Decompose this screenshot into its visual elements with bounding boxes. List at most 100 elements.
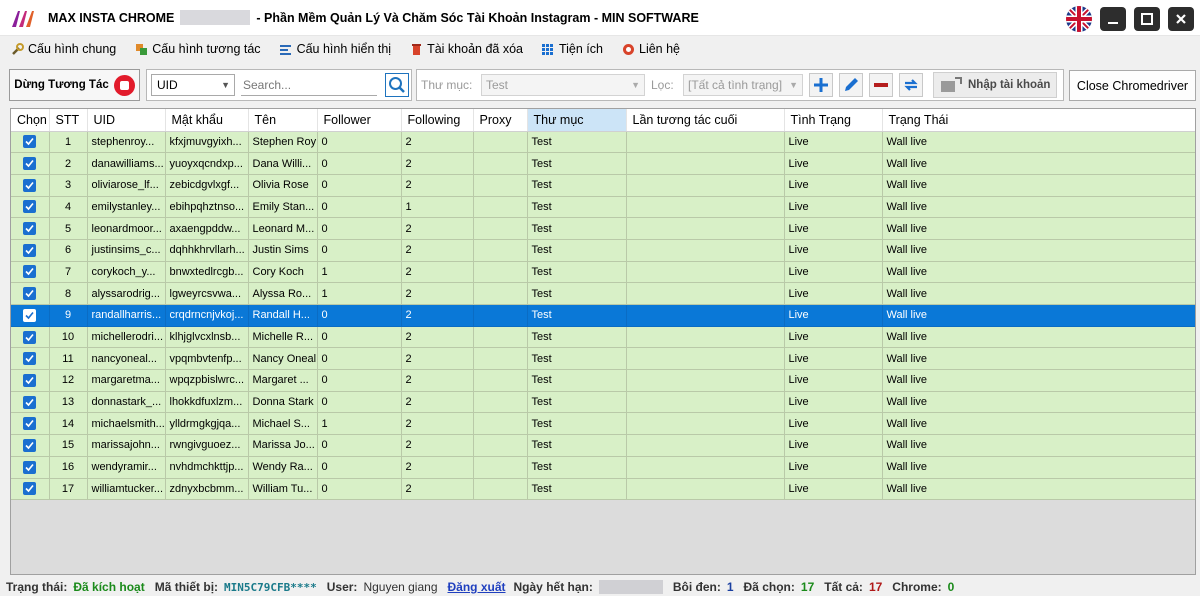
column-header[interactable]: UID bbox=[87, 109, 166, 132]
table-row[interactable]: 3 oliviarose_lf... zebicdgvlxgf... Olivia R… bbox=[11, 174, 1195, 197]
table-row[interactable]: 13 donnastark_... lhokkdfuxlzm... Donna Sta… bbox=[11, 391, 1195, 414]
menu-utilities[interactable]: Tiện ích bbox=[541, 42, 603, 56]
row-checkbox-cell[interactable] bbox=[11, 174, 50, 197]
table-row[interactable]: 16 wendyramir... nvhdmchkttjp... Wendy Ra..… bbox=[11, 456, 1195, 479]
logout-link[interactable]: Đăng xuất bbox=[448, 580, 506, 594]
column-header[interactable]: Proxy bbox=[473, 109, 528, 132]
table-row[interactable]: 17 williamtucker... zdnyxbcbmm... William T… bbox=[11, 478, 1195, 501]
table-row[interactable]: 9 randallharris... crqdrncnjvkoj... Randall… bbox=[11, 304, 1195, 327]
filter-select[interactable]: [Tất cả tình trạng] ▼ bbox=[683, 74, 803, 96]
table-row[interactable]: 8 alyssarodrig... lgweyrcsvwa... Alyssa Ro.… bbox=[11, 282, 1195, 305]
menu-display-config[interactable]: Cấu hình hiển thị bbox=[279, 42, 391, 56]
row-checkbox-cell[interactable] bbox=[11, 239, 50, 262]
table-row[interactable]: 5 leonardmoor... axaengpddw... Leonard M...… bbox=[11, 217, 1195, 240]
checkbox-checked-icon[interactable] bbox=[23, 243, 37, 257]
checkbox-checked-icon[interactable] bbox=[23, 482, 37, 496]
search-input[interactable]: Search... bbox=[241, 74, 377, 96]
column-header[interactable]: STT bbox=[49, 109, 88, 132]
checkbox-checked-icon[interactable] bbox=[23, 330, 37, 344]
table-row[interactable]: 7 corykoch_y... bnwxtedlrcgb... Cory Koch 1 2… bbox=[11, 261, 1195, 284]
maximize-button[interactable] bbox=[1134, 7, 1160, 31]
checkbox-checked-icon[interactable] bbox=[23, 178, 37, 192]
cell-follower: 0 bbox=[317, 152, 402, 175]
checkbox-checked-icon[interactable] bbox=[23, 157, 37, 171]
column-header[interactable]: Following bbox=[401, 109, 474, 132]
status-bar: Trạng thái: Đã kích hoạt Mã thiết bị: MI… bbox=[0, 578, 1200, 596]
table-row[interactable]: 11 nancyoneal... vpqmbvtenfp... Nancy Oneal… bbox=[11, 347, 1195, 371]
checkbox-checked-icon[interactable] bbox=[23, 135, 37, 149]
search-placeholder: Search... bbox=[243, 77, 292, 92]
cell-stt: 3 bbox=[49, 174, 88, 197]
table-row[interactable]: 10 michellerodri... klhjglvcxlnsb... Michel… bbox=[11, 326, 1195, 349]
edit-button[interactable] bbox=[839, 73, 863, 97]
table-row[interactable]: 2 danawilliams... yuoyxqcndxp... Dana Willi… bbox=[11, 152, 1195, 175]
minimize-button[interactable] bbox=[1100, 7, 1126, 31]
import-accounts-button[interactable]: Nhập tài khoản bbox=[933, 72, 1058, 98]
checkbox-checked-icon[interactable] bbox=[23, 200, 37, 214]
table-row[interactable]: 6 justinsims_c... dqhhkhrvllarh... Justin S… bbox=[11, 239, 1195, 262]
checkbox-checked-icon[interactable] bbox=[23, 265, 37, 279]
column-header[interactable]: Tên bbox=[248, 109, 318, 132]
cell-following: 2 bbox=[401, 478, 474, 501]
checkbox-checked-icon[interactable] bbox=[23, 373, 37, 387]
menu-label: Cấu hình chung bbox=[28, 42, 117, 56]
row-checkbox-cell[interactable] bbox=[11, 131, 50, 154]
column-header[interactable]: Mật khẩu bbox=[165, 109, 249, 132]
cell-following: 2 bbox=[401, 282, 474, 305]
row-checkbox-cell[interactable] bbox=[11, 434, 50, 457]
cell-pass: ebihpqhztnso... bbox=[165, 196, 249, 219]
row-checkbox-cell[interactable] bbox=[11, 326, 50, 349]
row-checkbox-cell[interactable] bbox=[11, 369, 50, 392]
checkbox-checked-icon[interactable] bbox=[23, 438, 37, 452]
cell-status: Live bbox=[784, 196, 883, 219]
cell-uid: leonardmoor... bbox=[87, 217, 166, 240]
column-header[interactable]: Follower bbox=[317, 109, 402, 132]
row-checkbox-cell[interactable] bbox=[11, 347, 50, 371]
refresh-button[interactable] bbox=[899, 73, 923, 97]
column-header[interactable]: Thư mục bbox=[527, 109, 627, 132]
cell-following: 2 bbox=[401, 304, 474, 327]
row-checkbox-cell[interactable] bbox=[11, 478, 50, 501]
chrome-label: Chrome: bbox=[892, 580, 942, 594]
column-header[interactable]: Lần tương tác cuối bbox=[626, 109, 785, 132]
table-row[interactable]: 15 marissajohn... rwngivguoez... Marissa Jo… bbox=[11, 434, 1195, 457]
menu-general-config[interactable]: Cấu hình chung bbox=[10, 42, 116, 56]
table-row[interactable]: 12 margaretma... wpqzpbislwrc... Margaret .… bbox=[11, 369, 1195, 392]
row-checkbox-cell[interactable] bbox=[11, 217, 50, 240]
checkbox-checked-icon[interactable] bbox=[23, 308, 37, 322]
table-row[interactable]: 14 michaelsmith... ylldrmgkgjqa... Michael … bbox=[11, 412, 1195, 436]
row-checkbox-cell[interactable] bbox=[11, 196, 50, 219]
cell-name: William Tu... bbox=[248, 478, 318, 501]
checkbox-checked-icon[interactable] bbox=[23, 460, 37, 474]
close-window-button[interactable] bbox=[1168, 7, 1194, 31]
uk-flag-icon[interactable] bbox=[1066, 6, 1092, 32]
column-header[interactable]: Chọn bbox=[11, 109, 50, 132]
search-field-select[interactable]: UID ▼ bbox=[151, 74, 235, 96]
stop-interaction-button[interactable]: Dừng Tương Tác bbox=[9, 69, 140, 101]
remove-button[interactable] bbox=[869, 73, 893, 97]
menu-contact[interactable]: Liên hệ bbox=[621, 42, 680, 56]
row-checkbox-cell[interactable] bbox=[11, 304, 50, 327]
checkbox-checked-icon[interactable] bbox=[23, 352, 37, 366]
row-checkbox-cell[interactable] bbox=[11, 391, 50, 414]
menu-deleted-accounts[interactable]: Tài khoản đã xóa bbox=[409, 42, 523, 56]
folder-select[interactable]: Test ▼ bbox=[481, 74, 645, 96]
checkbox-checked-icon[interactable] bbox=[23, 395, 37, 409]
column-header[interactable]: Tình Trạng bbox=[784, 109, 883, 132]
menu-interaction-config[interactable]: Cấu hình tương tác bbox=[134, 42, 261, 56]
close-chromedriver-button[interactable]: Close Chromedriver bbox=[1069, 70, 1196, 101]
column-header[interactable]: Trạng Thái bbox=[882, 109, 1195, 132]
cell-folder: Test bbox=[527, 456, 627, 479]
row-checkbox-cell[interactable] bbox=[11, 456, 50, 479]
checkbox-checked-icon[interactable] bbox=[23, 417, 37, 431]
table-row[interactable]: 1 stephenroy... kfxjmuvgyixh... Stephen Roy… bbox=[11, 131, 1195, 154]
checkbox-checked-icon[interactable] bbox=[23, 287, 37, 301]
row-checkbox-cell[interactable] bbox=[11, 412, 50, 436]
row-checkbox-cell[interactable] bbox=[11, 261, 50, 284]
search-button[interactable] bbox=[385, 73, 409, 97]
checkbox-checked-icon[interactable] bbox=[23, 222, 37, 236]
table-row[interactable]: 4 emilystanley... ebihpqhztnso... Emily Sta… bbox=[11, 196, 1195, 219]
add-button[interactable] bbox=[809, 73, 833, 97]
row-checkbox-cell[interactable] bbox=[11, 152, 50, 175]
row-checkbox-cell[interactable] bbox=[11, 282, 50, 305]
